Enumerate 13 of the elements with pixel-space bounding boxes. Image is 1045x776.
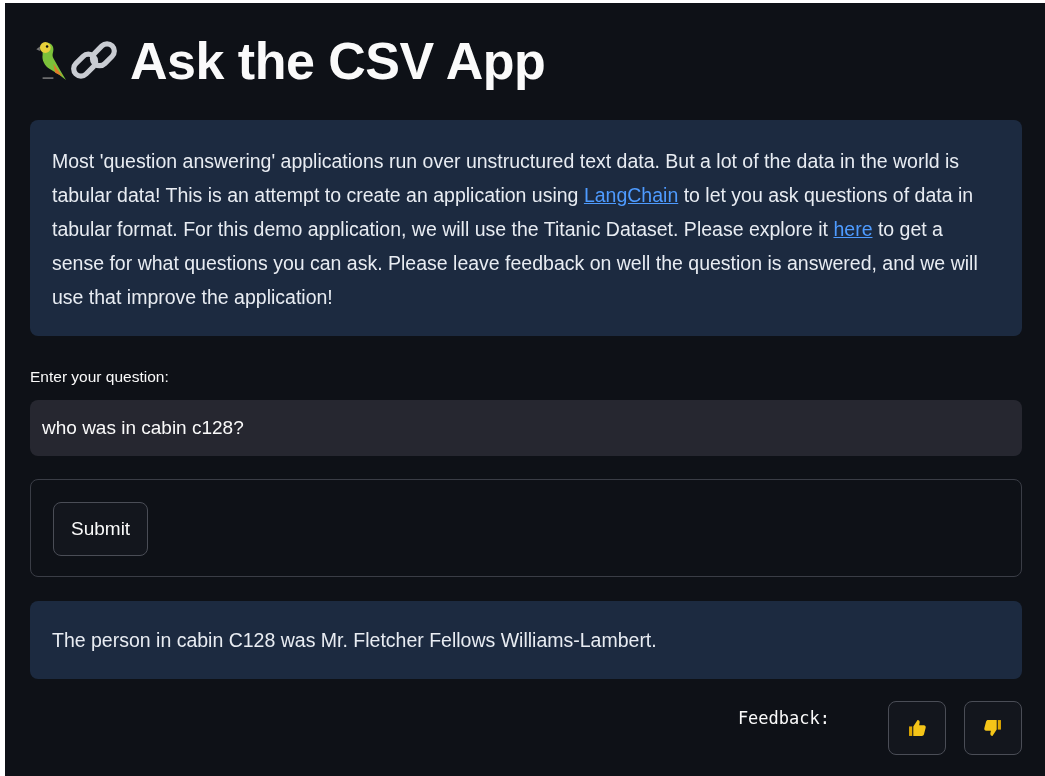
field-label: Enter your question:: [30, 368, 170, 387]
intro-paragraph: Most 'question answering' applications run over unstructured text data. But a lot of the data in the world is tabular data! This is an attempt to create an application using LangChain to let you ask questions of data in tabular format. For this demo application, we will use the Titanic Dataset. Please explore it here to get a sense for what questions you can ask. Please leave feedback on well the question is answered, and we will use that improve the application!: [52, 149, 979, 310]
page-title: Ask the CSV App: [130, 30, 546, 91]
link[interactable]: LangChain: [583, 184, 679, 206]
thumbs-up-icon: [908, 719, 926, 737]
thumbs-up-button[interactable]: [888, 701, 946, 755]
answer-text: The person in cabin C128 was Mr. Fletcher Fellows Williams-Lambert.: [52, 628, 657, 652]
thumbs-down-button[interactable]: [964, 701, 1022, 755]
link[interactable]: here: [833, 218, 873, 240]
submit-button[interactable]: Submit: [53, 502, 149, 556]
question-field[interactable]: who was in cabin c128?: [30, 400, 1022, 456]
thumbs-down-icon: [984, 719, 1002, 737]
feedback-label: Feedback:: [737, 708, 830, 728]
